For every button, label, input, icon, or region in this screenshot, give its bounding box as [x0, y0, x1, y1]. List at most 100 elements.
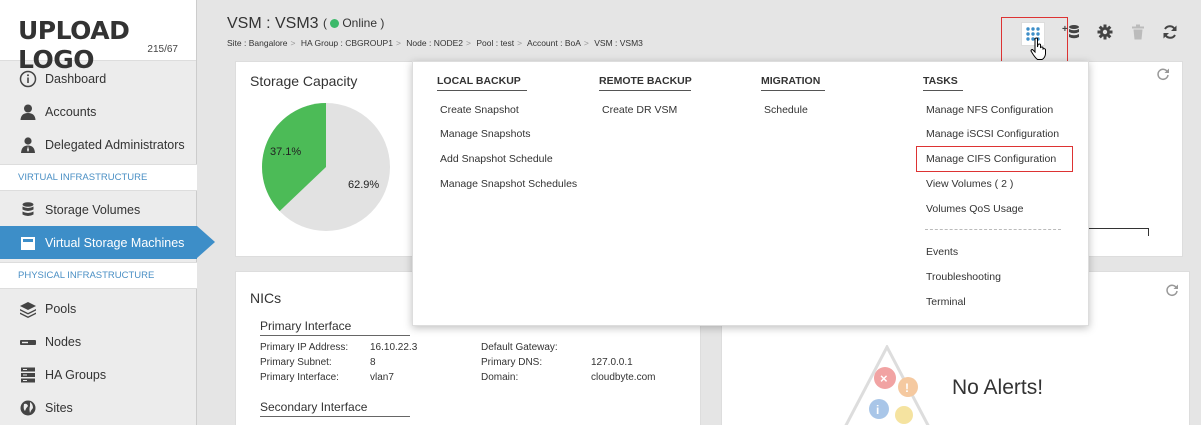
chart-axis-line [1089, 228, 1149, 229]
sidebar: UPLOAD LOGO 215/67 Dashboard Accounts De… [0, 0, 215, 425]
breadcrumb-site[interactable]: Site : Bangalore [227, 38, 287, 48]
section-physical-infrastructure: PHYSICAL INFRASTRUCTURE [0, 262, 197, 289]
svg-text:×: × [880, 371, 888, 386]
card-refresh-icon[interactable] [1165, 283, 1179, 297]
migration-heading: MIGRATION [761, 75, 821, 87]
user-icon [19, 103, 37, 121]
menu-manage-cifs[interactable]: Manage CIFS Configuration [926, 153, 1056, 165]
layers-icon [19, 300, 37, 318]
database-icon [19, 201, 37, 219]
domain-value: cloudbyte.com [591, 372, 656, 383]
globe-icon [19, 399, 37, 417]
menu-manage-snapshot-schedules[interactable]: Manage Snapshot Schedules [440, 178, 577, 190]
page-title: VSM : VSM3 [227, 15, 319, 32]
sidebar-item-label: Nodes [45, 334, 82, 349]
storage-capacity-title: Storage Capacity [250, 73, 358, 89]
menu-add-snapshot-schedule[interactable]: Add Snapshot Schedule [440, 153, 553, 165]
sidebar-item-virtual-storage-machines[interactable]: Virtual Storage Machines [0, 226, 215, 259]
no-alerts-icon: × ! i [844, 345, 930, 425]
sidebar-item-dashboard[interactable]: Dashboard [0, 62, 197, 95]
breadcrumb-ha-group[interactable]: HA Group : CBGROUP1 [301, 38, 393, 48]
status-close: ) [380, 16, 385, 30]
primary-interface-value: vlan7 [370, 372, 394, 383]
remote-backup-underline [599, 90, 691, 91]
menu-volumes-qos-usage[interactable]: Volumes QoS Usage [926, 203, 1023, 215]
local-backup-underline [437, 90, 527, 91]
breadcrumb-separator: > [290, 38, 296, 48]
card-refresh-icon[interactable] [1156, 67, 1170, 81]
menu-manage-iscsi[interactable]: Manage iSCSI Configuration [926, 128, 1059, 140]
primary-subnet-value: 8 [370, 357, 376, 368]
add-storage-button[interactable]: + [1061, 21, 1083, 43]
sidebar-item-sites[interactable]: Sites [0, 391, 197, 424]
sidebar-item-accounts[interactable]: Accounts [0, 95, 197, 128]
menu-terminal[interactable]: Terminal [926, 296, 966, 308]
free-percent-label: 62.9% [348, 179, 380, 191]
breadcrumb: Site : Bangalore > HA Group : CBGROUP1 > N… [227, 38, 643, 48]
menu-events[interactable]: Events [926, 246, 958, 258]
logo: UPLOAD LOGO 215/67 [0, 0, 196, 74]
remote-backup-heading: REMOTE BACKUP [599, 75, 692, 87]
menu-manage-nfs[interactable]: Manage NFS Configuration [926, 104, 1053, 116]
refresh-icon [1163, 25, 1177, 39]
refresh-button[interactable] [1159, 21, 1181, 43]
no-alerts-text: No Alerts! [952, 376, 1044, 399]
tasks-divider [925, 229, 1061, 230]
sidebar-item-nodes[interactable]: Nodes [0, 325, 197, 358]
menu-create-dr-vsm[interactable]: Create DR VSM [602, 104, 677, 116]
secondary-interface-underline [260, 416, 410, 417]
server-icon [19, 366, 37, 384]
sidebar-item-label: Pools [45, 301, 77, 316]
menu-troubleshooting[interactable]: Troubleshooting [926, 271, 1001, 283]
storage-pie-chart [262, 103, 390, 231]
sidebar-item-label: Dashboard [45, 71, 107, 86]
breadcrumb-separator: > [395, 38, 401, 48]
section-virtual-infrastructure: VIRTUAL INFRASTRUCTURE [0, 164, 197, 191]
primary-interface-label: Primary Interface: [260, 372, 339, 383]
domain-label: Domain: [481, 372, 519, 383]
primary-ip-label: Primary IP Address: [260, 342, 349, 353]
trash-icon [1132, 24, 1144, 40]
actions-dropdown-menu: LOCAL BACKUP Create Snapshot Manage Snap… [412, 61, 1089, 326]
migration-underline [761, 90, 825, 91]
primary-dns-value: 127.0.0.1 [591, 357, 633, 368]
menu-create-snapshot[interactable]: Create Snapshot [440, 104, 519, 116]
breadcrumb-account[interactable]: Account : BoA [527, 38, 581, 48]
online-dot-icon [330, 19, 340, 28]
breadcrumb-pool[interactable]: Pool : test [476, 38, 514, 48]
gear-icon [1097, 24, 1113, 40]
svg-text:+: + [1062, 24, 1068, 35]
tasks-underline [923, 90, 963, 91]
sidebar-item-storage-volumes[interactable]: Storage Volumes [0, 193, 197, 226]
delete-button[interactable] [1127, 21, 1149, 43]
primary-interface-title: Primary Interface [260, 319, 352, 333]
node-icon [19, 333, 37, 351]
sidebar-item-label: HA Groups [45, 367, 107, 382]
status-badge: ( Online ) [323, 16, 384, 30]
sidebar-item-delegated-administrators[interactable]: Delegated Administrators [0, 128, 197, 161]
add-storage-icon: + [1062, 24, 1079, 39]
hand-cursor-icon [1030, 37, 1046, 60]
primary-subnet-label: Primary Subnet: [260, 357, 332, 368]
breadcrumb-vsm: VSM : VSM3 [594, 38, 643, 48]
breadcrumb-separator: > [583, 38, 589, 48]
breadcrumb-separator: > [517, 38, 523, 48]
menu-view-volumes[interactable]: View Volumes ( 2 ) [926, 178, 1013, 190]
breadcrumb-separator: > [466, 38, 471, 48]
logo-size: 215/67 [147, 44, 178, 55]
menu-schedule-migration[interactable]: Schedule [764, 104, 808, 116]
status-open: ( [323, 16, 327, 30]
settings-button[interactable] [1094, 21, 1116, 43]
chart-axis-tick [1148, 228, 1149, 236]
used-percent-label: 37.1% [270, 146, 302, 158]
admin-user-icon [19, 136, 37, 154]
sidebar-item-ha-groups[interactable]: HA Groups [0, 358, 197, 391]
sidebar-item-label: Sites [45, 400, 73, 415]
sidebar-item-label: Accounts [45, 104, 97, 119]
menu-manage-snapshots[interactable]: Manage Snapshots [440, 128, 530, 140]
tasks-heading: TASKS [923, 75, 958, 87]
secondary-interface-title: Secondary Interface [260, 400, 368, 414]
sidebar-item-pools[interactable]: Pools [0, 292, 197, 325]
breadcrumb-node[interactable]: Node : NODE2 [406, 38, 463, 48]
sidebar-item-label: Delegated Administrators [45, 137, 185, 152]
